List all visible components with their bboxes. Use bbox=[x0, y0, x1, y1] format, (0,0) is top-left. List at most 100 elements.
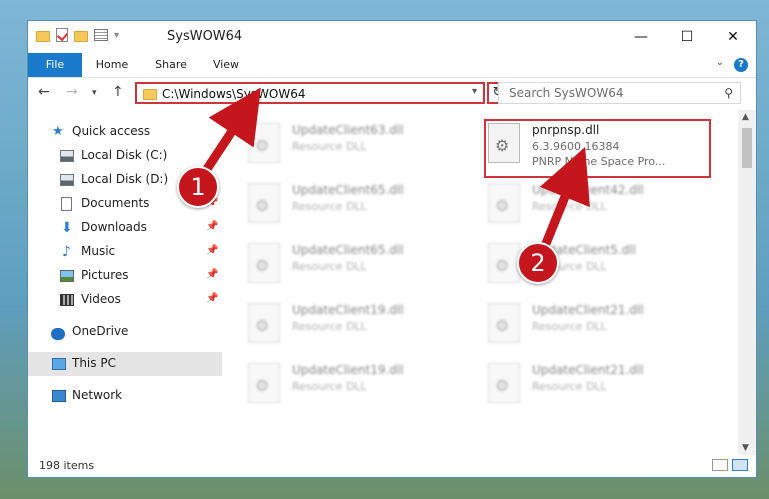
tab-file[interactable]: File bbox=[28, 53, 82, 77]
file-type: Resource DLL bbox=[292, 140, 367, 153]
sidebar-item-network[interactable]: Network bbox=[28, 384, 222, 408]
dll-file-icon: ⚙ bbox=[248, 363, 280, 403]
scroll-up-icon[interactable]: ▲ bbox=[742, 112, 749, 122]
close-button[interactable]: ✕ bbox=[710, 21, 756, 53]
sidebar-item-label: Local Disk (C:) bbox=[81, 148, 168, 162]
address-bar[interactable]: C:\Windows\SysWOW64 ▾ bbox=[135, 82, 485, 104]
sidebar-item-label: Downloads bbox=[81, 220, 147, 234]
sidebar-item-music[interactable]: ♪ Music 📌 bbox=[28, 240, 222, 264]
window-title: SysWOW64 bbox=[167, 29, 243, 44]
sidebar-item-this-pc[interactable]: This PC bbox=[28, 352, 222, 376]
back-arrow-icon[interactable]: ← bbox=[38, 84, 50, 100]
scroll-down-icon[interactable]: ▼ bbox=[742, 443, 749, 453]
file-name: UpdateClient19.dll bbox=[292, 303, 404, 317]
item-count: 198 items bbox=[39, 459, 95, 472]
sidebar-item-label: Network bbox=[72, 388, 123, 402]
cloud-icon bbox=[51, 328, 65, 340]
sidebar-item-pictures[interactable]: Pictures 📌 bbox=[28, 264, 222, 288]
sidebar-item-label: OneDrive bbox=[72, 324, 129, 338]
file-name: UpdateClient19.dll bbox=[292, 363, 404, 377]
drive-icon bbox=[60, 150, 74, 162]
dll-file-icon: ⚙ bbox=[488, 183, 520, 223]
network-icon bbox=[52, 390, 66, 402]
sidebar-item-videos[interactable]: Videos 📌 bbox=[28, 288, 222, 312]
pictures-icon bbox=[60, 270, 74, 282]
list-item[interactable]: ⚙ UpdateClient19.dll Resource DLL bbox=[242, 359, 472, 415]
file-name: UpdateClient65.dll bbox=[292, 183, 404, 197]
minimize-button[interactable]: — bbox=[618, 21, 664, 53]
pc-icon bbox=[52, 358, 66, 370]
tab-home[interactable]: Home bbox=[86, 53, 138, 77]
navigation-bar: ← → ▾ ↑ C:\Windows\SysWOW64 ▾ ↻ Search S… bbox=[28, 78, 756, 110]
file-type: Resource DLL bbox=[292, 380, 367, 393]
file-type: Resource DLL bbox=[292, 320, 367, 333]
sidebar-item-downloads[interactable]: ⬇ Downloads 📌 bbox=[28, 216, 222, 240]
tab-view[interactable]: View bbox=[202, 53, 250, 77]
file-name: UpdateClient65.dll bbox=[292, 243, 404, 257]
sidebar-item-quick-access[interactable]: ★ Quick access bbox=[28, 120, 222, 144]
scroll-thumb[interactable] bbox=[742, 128, 752, 168]
file-name: UpdateClient21.dll bbox=[532, 363, 644, 377]
sidebar-item-label: This PC bbox=[72, 356, 116, 370]
list-item[interactable]: ⚙ UpdateClient42.dll Resource DLL bbox=[482, 179, 712, 235]
list-item[interactable]: ⚙ UpdateClient21.dll Resource DLL bbox=[482, 299, 712, 355]
sidebar-item-label: Documents bbox=[81, 196, 150, 210]
documents-icon bbox=[61, 197, 72, 211]
chevron-down-icon[interactable]: ▾ bbox=[472, 86, 477, 97]
sidebar-item-label: Quick access bbox=[72, 124, 151, 138]
videos-icon bbox=[60, 294, 74, 306]
highlight-box bbox=[484, 119, 711, 178]
up-arrow-icon[interactable]: ↑ bbox=[112, 84, 124, 100]
file-type: Resource DLL bbox=[532, 200, 607, 213]
sidebar-item-label: Local Disk (D:) bbox=[81, 172, 169, 186]
expand-ribbon-icon[interactable]: ⌄ bbox=[716, 57, 724, 68]
search-input[interactable]: Search SysWOW64 ⚲ bbox=[498, 82, 741, 104]
properties-check-icon[interactable] bbox=[56, 28, 68, 42]
tab-share[interactable]: Share bbox=[142, 53, 200, 77]
address-path[interactable]: C:\Windows\SysWOW64 bbox=[162, 87, 306, 101]
drive-icon bbox=[60, 174, 74, 186]
forward-arrow-icon[interactable]: → bbox=[66, 84, 78, 100]
search-icon[interactable]: ⚲ bbox=[724, 86, 733, 100]
star-icon: ★ bbox=[52, 124, 64, 139]
ribbon-tabs: File Home Share View ⌄ ? bbox=[28, 53, 756, 78]
list-item[interactable]: ⚙ UpdateClient63.dll Resource DLL bbox=[242, 119, 472, 175]
pin-icon[interactable]: 📌 bbox=[206, 269, 218, 280]
recent-locations-icon[interactable]: ▾ bbox=[92, 88, 97, 98]
file-type: Resource DLL bbox=[532, 380, 607, 393]
pin-icon[interactable]: 📌 bbox=[206, 293, 218, 304]
dll-file-icon: ⚙ bbox=[248, 303, 280, 343]
details-view-icon[interactable] bbox=[712, 459, 728, 471]
explorer-window: ▾ SysWOW64 — ☐ ✕ File Home Share View ⌄ … bbox=[27, 20, 757, 478]
vertical-scrollbar[interactable]: ▲ ▼ bbox=[738, 110, 756, 455]
help-icon[interactable]: ? bbox=[734, 58, 748, 72]
dll-file-icon: ⚙ bbox=[488, 363, 520, 403]
callout-step-1: 1 bbox=[177, 166, 219, 208]
chevron-down-icon[interactable]: ▾ bbox=[114, 30, 119, 41]
sidebar-item-label: Pictures bbox=[81, 268, 129, 282]
file-name: UpdateClient21.dll bbox=[532, 303, 644, 317]
sidebar-item-onedrive[interactable]: OneDrive bbox=[28, 320, 222, 344]
list-item[interactable]: ⚙ UpdateClient19.dll Resource DLL bbox=[242, 299, 472, 355]
file-type: Resource DLL bbox=[292, 200, 367, 213]
list-item[interactable]: ⚙ UpdateClient65.dll Resource DLL bbox=[242, 179, 472, 235]
list-item[interactable]: ⚙ UpdateClient21.dll Resource DLL bbox=[482, 359, 712, 415]
title-bar: ▾ SysWOW64 — ☐ ✕ bbox=[28, 21, 756, 53]
pin-icon[interactable]: 📌 bbox=[206, 221, 218, 232]
maximize-button[interactable]: ☐ bbox=[664, 21, 710, 53]
sidebar-item-label: Videos bbox=[81, 292, 121, 306]
dll-file-icon: ⚙ bbox=[248, 183, 280, 223]
file-type: Resource DLL bbox=[292, 260, 367, 273]
pin-icon[interactable]: 📌 bbox=[206, 245, 218, 256]
dll-file-icon: ⚙ bbox=[248, 243, 280, 283]
dll-file-icon: ⚙ bbox=[248, 123, 280, 163]
dll-file-icon: ⚙ bbox=[488, 303, 520, 343]
file-type: Resource DLL bbox=[532, 320, 607, 333]
sidebar-item-local-disk-c[interactable]: Local Disk (C:) bbox=[28, 144, 222, 168]
tiles-view-icon[interactable] bbox=[732, 459, 748, 471]
callout-step-2: 2 bbox=[517, 242, 559, 284]
new-folder-icon[interactable] bbox=[74, 30, 88, 42]
list-item[interactable]: ⚙ UpdateClient65.dll Resource DLL bbox=[242, 239, 472, 295]
customize-icon[interactable] bbox=[94, 29, 108, 41]
status-bar: 198 items bbox=[28, 455, 756, 477]
